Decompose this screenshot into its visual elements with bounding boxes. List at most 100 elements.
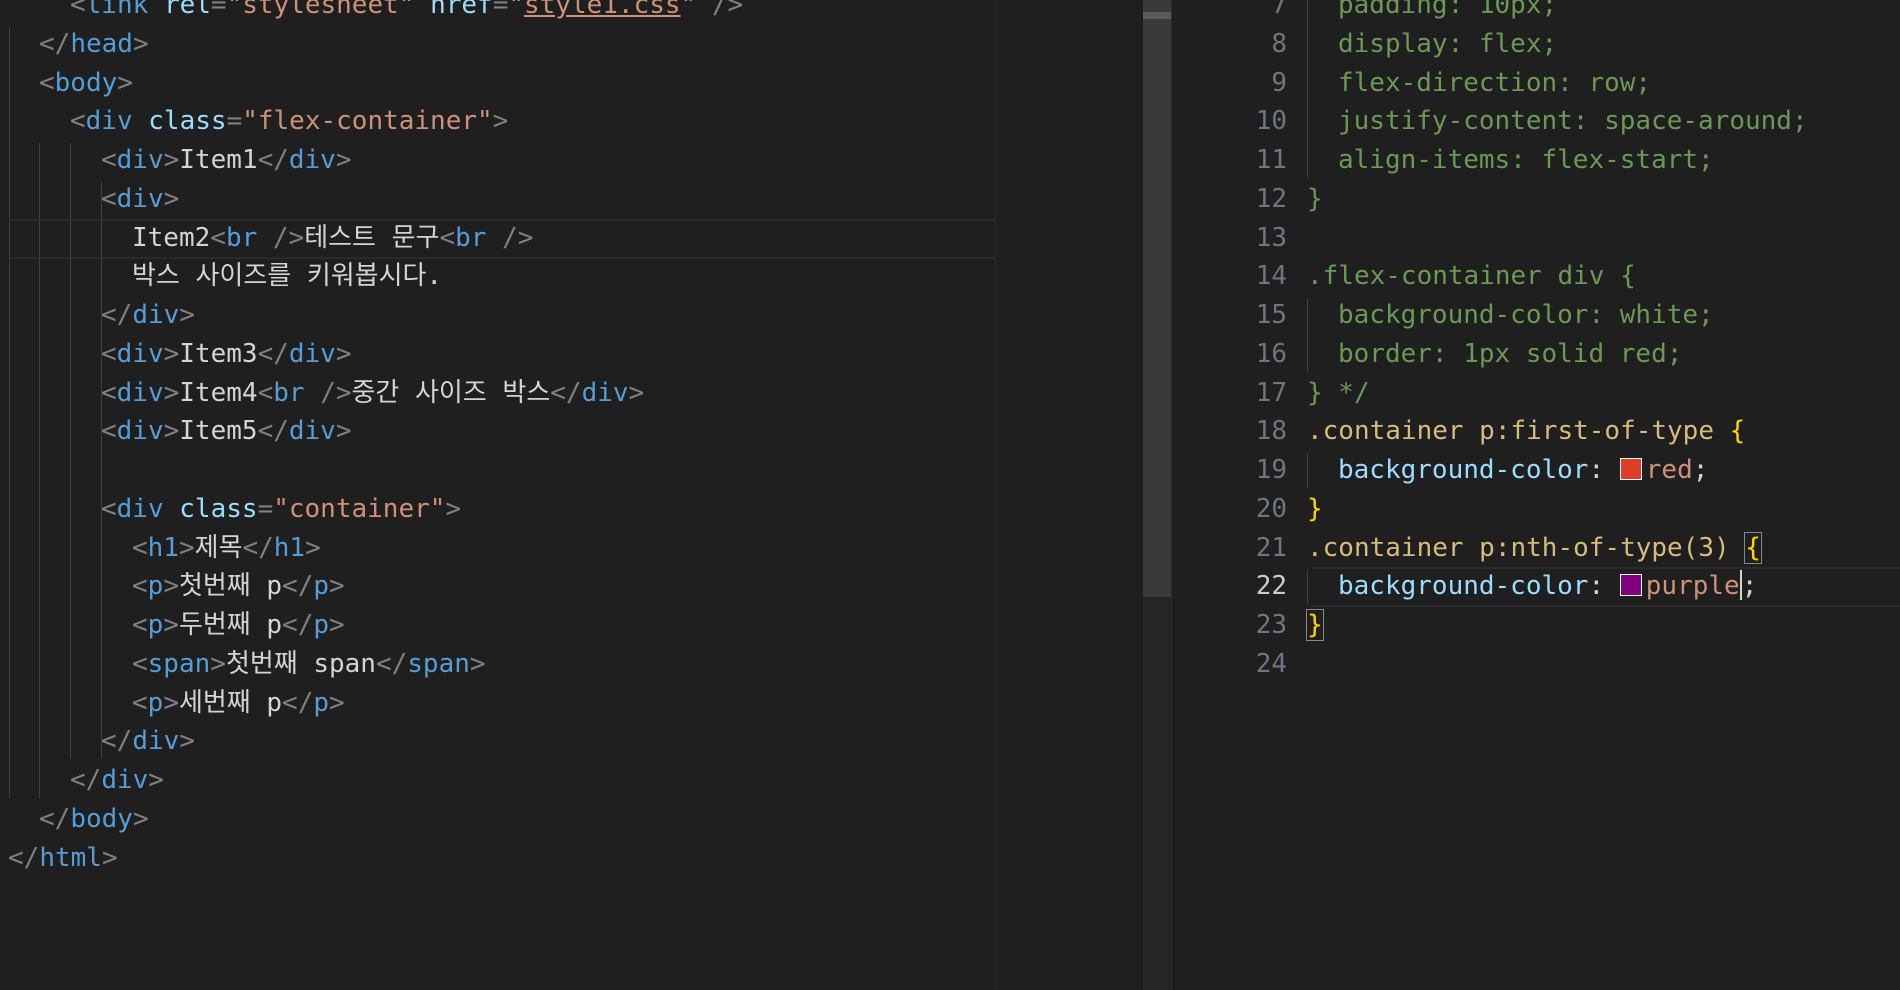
html-editor-pane[interactable]: <link rel="stylesheet" href="style1.css"…	[0, 0, 995, 990]
code-line[interactable]: <div>Item1</div>	[0, 141, 995, 179]
color-swatch-icon[interactable]	[1619, 574, 1642, 597]
code-token: </	[375, 648, 408, 679]
code-token: .flex-container div {	[1307, 261, 1636, 292]
code-line[interactable]	[1172, 645, 1900, 683]
code-token: <	[70, 106, 86, 137]
code-line[interactable]: <p>세번째 p</p>	[0, 684, 995, 722]
html-editor-scroll-thumb[interactable]	[1143, 0, 1171, 597]
code-line[interactable]	[0, 451, 995, 489]
code-line-content: align-items: flex-start;	[1338, 141, 1714, 179]
code-token: </	[282, 687, 314, 718]
code-token: head	[70, 28, 133, 59]
code-token: >	[163, 377, 180, 408]
code-token: 두번째 p	[178, 610, 283, 640]
code-token: >	[101, 842, 118, 873]
code-line[interactable]: background-color: white;	[1172, 296, 1900, 334]
code-line[interactable]: <p>첫번째 p</p>	[0, 567, 995, 605]
code-token: h1	[147, 532, 179, 563]
code-token: <	[101, 377, 117, 408]
code-token: display: flex;	[1338, 28, 1558, 59]
code-token: </	[550, 377, 582, 408]
code-token: background-color	[1338, 455, 1589, 485]
code-line[interactable]: <body>	[0, 64, 995, 102]
code-line[interactable]: </div>	[0, 761, 995, 799]
code-line[interactable]: } */	[1172, 374, 1900, 412]
code-line[interactable]: <h1>제목</h1>	[0, 529, 995, 567]
code-line[interactable]: <div class="container">	[0, 490, 995, 528]
code-token: "container"	[273, 493, 446, 524]
code-token: p	[313, 687, 330, 718]
code-token: html	[39, 842, 102, 873]
code-line[interactable]: <p>두번째 p</p>	[0, 606, 995, 644]
code-line[interactable]: </div>	[0, 296, 995, 334]
code-line[interactable]: <div class="flex-container">	[0, 102, 995, 140]
code-token: <	[132, 571, 148, 602]
css-editor-pane[interactable]: 7 padding: 10px; 8 display: flex; 9 flex-dire…	[1171, 0, 1900, 990]
code-token: >	[492, 106, 509, 137]
stylesheet-link[interactable]: style1.css	[524, 0, 681, 20]
code-token: </	[101, 726, 133, 757]
code-token: div	[132, 726, 180, 757]
code-line-content: padding: 10px;	[1338, 0, 1557, 24]
code-token: 첫번째 span	[225, 648, 376, 679]
code-line[interactable]: </head>	[0, 25, 995, 63]
code-token: body	[54, 67, 118, 98]
code-token: <	[132, 610, 148, 640]
color-swatch-icon[interactable]	[1619, 458, 1642, 480]
code-line-content: <span>첫번째 span</span>	[132, 645, 486, 683]
code-line[interactable]: </html>	[0, 839, 995, 877]
code-token: </	[101, 300, 133, 330]
code-line[interactable]: }	[1172, 490, 1900, 528]
code-line[interactable]: background-color: red;	[1172, 451, 1900, 489]
code-line[interactable]: <span>첫번째 span</span>	[0, 645, 995, 683]
code-line[interactable]: .container p:first-of-type {	[1172, 412, 1900, 450]
code-line[interactable]: <div>Item4<br />중간 사이즈 박스</div>	[0, 374, 995, 412]
code-line-content: <p>두번째 p</p>	[132, 606, 345, 644]
code-line[interactable]: Item2<br />테스트 문구<br />	[0, 219, 995, 257]
code-line[interactable]: }	[1172, 180, 1900, 218]
code-line[interactable]: </body>	[0, 800, 995, 838]
code-token: div	[288, 416, 336, 447]
code-token: p	[147, 571, 164, 602]
code-line[interactable]: .flex-container div {	[1172, 257, 1900, 295]
code-line[interactable]: border: 1px solid red;	[1172, 335, 1900, 373]
code-line[interactable]: padding: 10px;	[1172, 0, 1900, 24]
code-line[interactable]: flex-direction: row;	[1172, 64, 1900, 102]
code-token: <	[210, 222, 226, 253]
code-line[interactable]	[1172, 219, 1900, 257]
code-token: ;	[1692, 455, 1709, 485]
code-line[interactable]: align-items: flex-start;	[1172, 141, 1900, 179]
code-token: class	[179, 493, 258, 524]
code-token: </	[39, 803, 71, 834]
code-line[interactable]: <div>	[0, 180, 995, 218]
code-token: </	[282, 571, 314, 602]
code-token: </	[242, 532, 274, 563]
code-token: =	[226, 106, 243, 137]
code-token: Item1	[179, 145, 258, 175]
code-token: <	[101, 493, 117, 524]
code-line[interactable]: display: flex;	[1172, 25, 1900, 63]
code-token: <	[132, 532, 148, 563]
code-token: >	[179, 300, 195, 330]
code-token: </	[257, 338, 289, 369]
code-token: div	[116, 493, 164, 524]
code-line[interactable]: background-color: purple;	[1172, 567, 1900, 605]
code-line[interactable]: }	[1172, 606, 1900, 644]
code-token: >	[335, 416, 352, 447]
code-token: 세번째 p	[178, 687, 283, 718]
code-line[interactable]: .container p:nth-of-type(3) {	[1172, 529, 1900, 567]
indent-guide	[9, 26, 10, 798]
code-line-content: <div>	[101, 180, 179, 218]
code-line[interactable]: 박스 사이즈를 키워봅시다.	[0, 257, 995, 295]
code-line-content: <div>Item1</div>	[101, 141, 352, 179]
code-token: :	[1588, 571, 1620, 602]
code-line[interactable]: justify-content: space-around;	[1172, 102, 1900, 140]
code-token: "flex-container"	[242, 106, 493, 137]
code-line[interactable]: </div>	[0, 722, 995, 760]
code-line[interactable]: <link rel="stylesheet" href="style1.css"…	[0, 0, 995, 24]
code-line-content: </head>	[39, 25, 149, 63]
code-line[interactable]: <div>Item5</div>	[0, 412, 995, 450]
code-line[interactable]: <div>Item3</div>	[0, 335, 995, 373]
